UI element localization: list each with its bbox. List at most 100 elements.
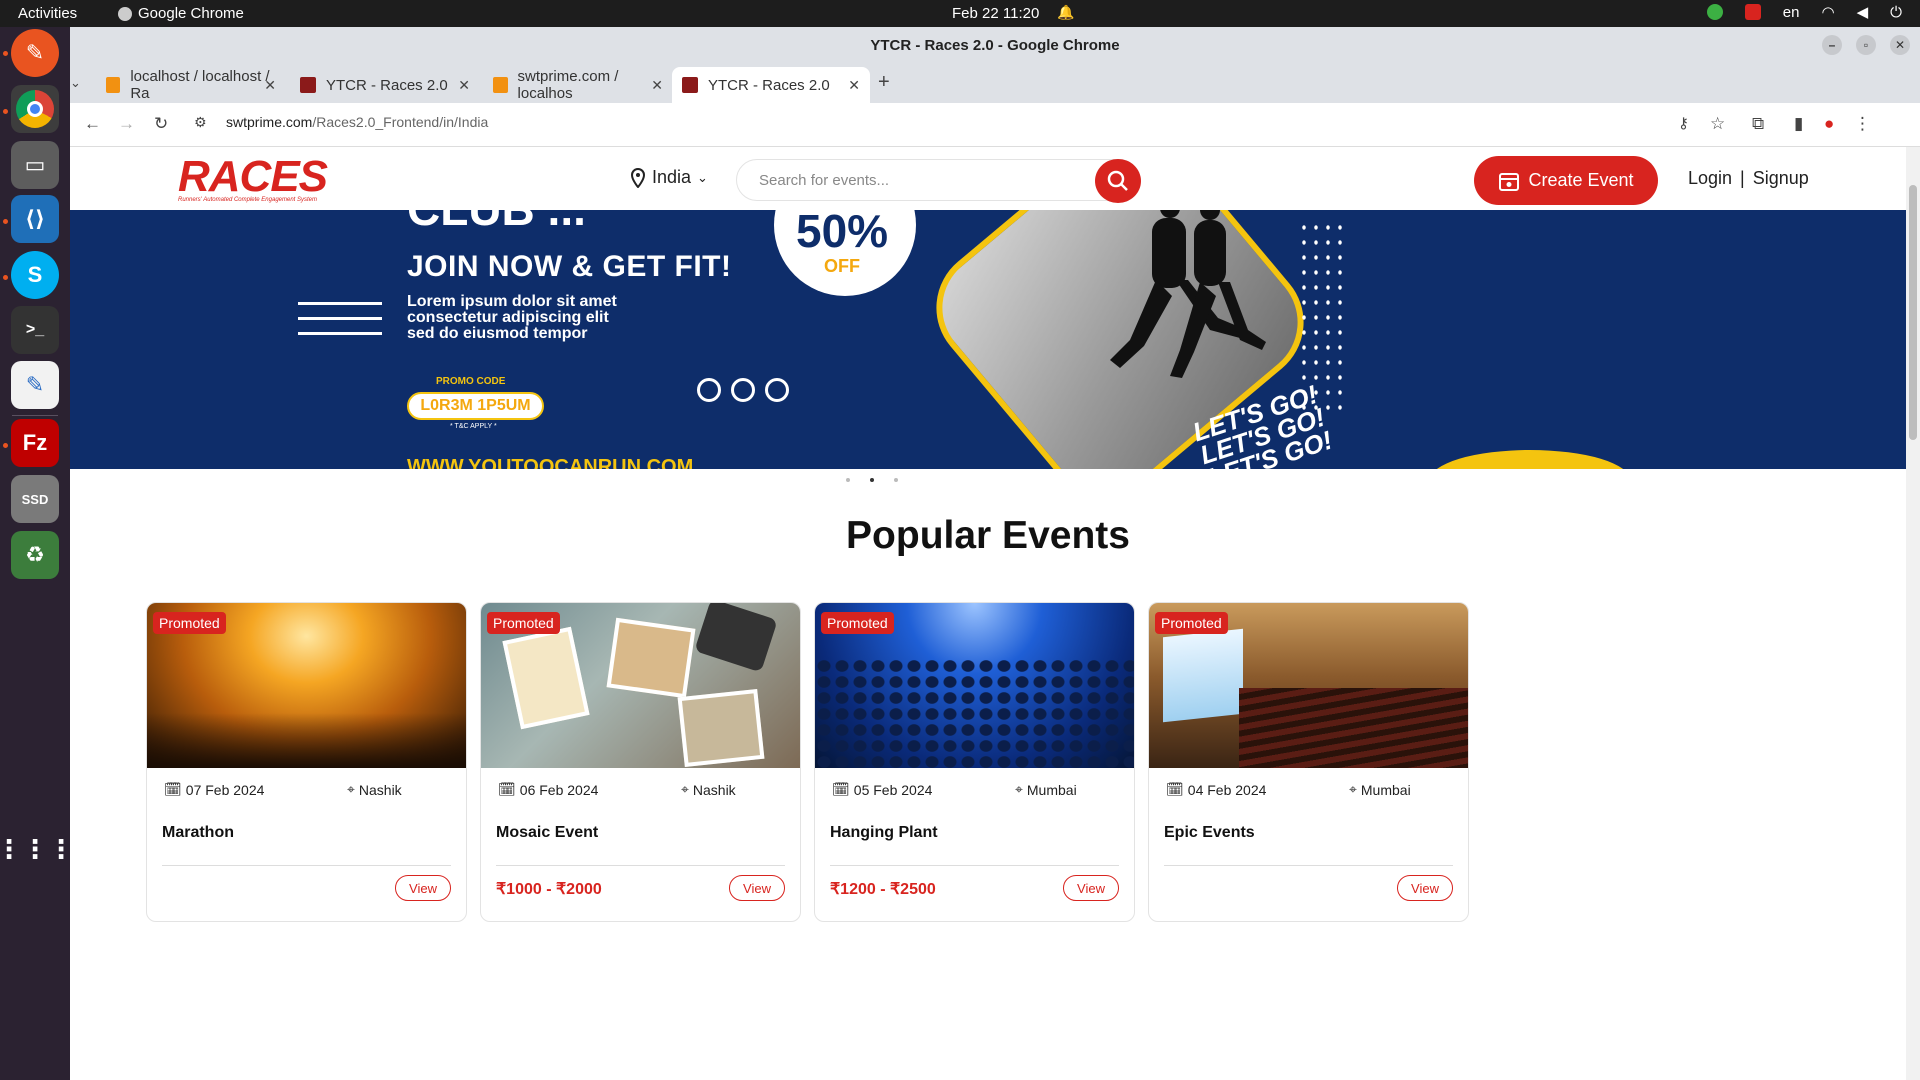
event-name: Epic Events (1164, 824, 1255, 841)
promoted-badge: Promoted (821, 612, 894, 634)
banner-body-line: consectetur adipiscing elit (407, 309, 609, 326)
trash-icon[interactable]: ♻ (11, 531, 59, 579)
event-date-text: 07 Feb 2024 (185, 781, 265, 798)
photo-print (606, 617, 696, 699)
event-price: ₹1000 - ₹2000 (496, 881, 602, 898)
search-icon (1107, 170, 1128, 191)
view-button[interactable]: View (729, 875, 785, 901)
view-button[interactable]: View (1397, 875, 1453, 901)
event-name: Hanging Plant (830, 824, 938, 841)
view-button[interactable]: View (1063, 875, 1119, 901)
login-link[interactable]: Login (1688, 168, 1732, 189)
tab-ytcr-1[interactable]: YTCR - Races 2.0 ✕ (290, 67, 480, 103)
event-search[interactable]: Search for events... (736, 159, 1141, 203)
carousel-dot[interactable] (846, 478, 850, 482)
skype-icon[interactable]: S (11, 251, 59, 299)
side-panel-icon[interactable]: ▮ (1794, 114, 1803, 134)
signup-link[interactable]: Signup (1753, 168, 1809, 189)
new-tab-icon[interactable]: + (878, 71, 890, 94)
site-info-icon[interactable]: ⚙ (194, 114, 207, 131)
event-card[interactable]: Promoted 🗓 05 Feb 2024 ⌖ Mumbai Hanging Pl… (814, 602, 1135, 922)
system-tray[interactable]: en ◠ ◀ ⏻ (1706, 3, 1902, 21)
maximize-button[interactable]: ▫ (1856, 35, 1876, 55)
active-app-menu[interactable]: Google Chrome (118, 5, 244, 22)
window-title: YTCR - Races 2.0 - Google Chrome (870, 36, 1120, 54)
phpmyadmin-favicon-icon (106, 77, 121, 93)
app-grid-icon[interactable]: ⋮⋮⋮ (0, 825, 74, 873)
tab-label: YTCR - Races 2.0 (326, 76, 448, 94)
section-title: Popular Events (846, 514, 1130, 557)
search-button[interactable] (1095, 159, 1141, 203)
address-bar: ← → ↻ ⚙ swtprime.com/Races2.0_Frontend/i… (70, 103, 1920, 147)
event-card[interactable]: Promoted 🗓 04 Feb 2024 ⌖ Mumbai Epic Event… (1148, 602, 1469, 922)
extensions-icon[interactable]: ⧉ (1752, 114, 1764, 134)
minimize-button[interactable]: – (1822, 35, 1842, 55)
bookmark-star-icon[interactable]: ☆ (1710, 114, 1725, 134)
window-titlebar: YTCR - Races 2.0 - Google Chrome – ▫ ✕ (70, 27, 1920, 63)
activities-button[interactable]: Activities (18, 5, 77, 22)
close-window-button[interactable]: ✕ (1890, 35, 1910, 55)
forward-icon[interactable]: → (118, 114, 135, 134)
page-scrollbar[interactable] (1906, 147, 1920, 1080)
close-tab-icon[interactable]: ✕ (651, 77, 663, 94)
filezilla-icon[interactable]: Fz (11, 419, 59, 467)
view-button[interactable]: View (395, 875, 451, 901)
close-tab-icon[interactable]: ✕ (264, 77, 276, 94)
promo-banner[interactable]: CLUB ... JOIN NOW & GET FIT! Lorem ipsum… (70, 210, 1906, 469)
clock[interactable]: Feb 22 11:20 (952, 5, 1039, 22)
tab-search-icon[interactable]: ⌄ (70, 75, 81, 91)
active-app-label: Google Chrome (138, 5, 244, 22)
record-icon (1744, 4, 1761, 20)
close-tab-icon[interactable]: ✕ (848, 77, 860, 94)
event-image: Promoted (147, 603, 466, 768)
event-card[interactable]: Promoted 🗓 06 Feb 2024 ⌖ Nashik Mosaic Eve… (480, 602, 801, 922)
chrome-dock-icon[interactable] (11, 85, 59, 133)
carousel-dot-active[interactable] (870, 478, 874, 482)
location-pin-icon: ⌖ (1015, 781, 1023, 797)
running-indicator (3, 275, 8, 280)
tab-swtprime[interactable]: swtprime.com / localhos ✕ (483, 67, 673, 103)
ssd-drive-icon[interactable]: SSD (11, 475, 59, 523)
divider (830, 865, 1119, 866)
banner-menu-lines (298, 302, 382, 347)
tab-ytcr-active[interactable]: YTCR - Races 2.0 ✕ (672, 67, 870, 103)
terms-note: * T&C APPLY * (450, 423, 497, 430)
event-card[interactable]: Promoted 🗓 07 Feb 2024 ⌖ Nashik Marathon V… (146, 602, 467, 922)
logo-text: RACES (178, 152, 328, 201)
back-icon[interactable]: ← (84, 114, 101, 134)
promoted-badge: Promoted (1155, 612, 1228, 634)
reload-icon[interactable]: ↻ (154, 114, 168, 134)
profile-avatar-icon[interactable]: ● (1824, 114, 1834, 134)
vscode-icon[interactable]: ⟨⟩ (11, 195, 59, 243)
races-logo[interactable]: RACES Runners' Automated Complete Engage… (178, 152, 328, 204)
close-tab-icon[interactable]: ✕ (458, 77, 470, 94)
terminal-icon[interactable]: >_ (11, 306, 59, 354)
photo-print (502, 626, 590, 730)
password-key-icon[interactable]: ⚷ (1678, 114, 1689, 132)
files-icon[interactable]: ▭ (11, 141, 59, 189)
search-placeholder: Search for events... (759, 172, 890, 189)
create-event-button[interactable]: Create Event (1474, 156, 1658, 205)
event-date: 🗓 07 Feb 2024 (164, 781, 264, 798)
event-location: ⌖ Nashik (681, 781, 736, 798)
chrome-menu-icon[interactable]: ⋮ (1854, 114, 1871, 134)
tab-localhost[interactable]: localhost / localhost / Ra ✕ (96, 67, 286, 103)
create-event-label: Create Event (1528, 170, 1634, 190)
promoted-badge: Promoted (153, 612, 226, 634)
text-editor-icon[interactable]: ✎ (11, 361, 59, 409)
tab-label: swtprime.com / localhos (517, 68, 619, 102)
chrome-icon (118, 6, 132, 21)
language-indicator[interactable]: en (1783, 4, 1800, 21)
country-selector[interactable]: India ⌄ (630, 167, 708, 188)
divider (1164, 865, 1453, 866)
calendar-icon: 🗓 (164, 781, 182, 797)
url-field[interactable]: swtprime.com/Races2.0_Frontend/in/India (226, 114, 488, 130)
power-icon: ⏻ (1890, 3, 1902, 21)
inkscape-icon[interactable]: ✎ (11, 29, 59, 77)
promo-label: PROMO CODE (436, 376, 506, 387)
scrollbar-thumb[interactable] (1909, 185, 1917, 440)
event-location-text: Nashik (692, 781, 736, 798)
carousel-dot[interactable] (894, 478, 898, 482)
banner-body: Lorem ipsum dolor sit amet consectetur a… (407, 294, 617, 342)
banner-body-line: Lorem ipsum dolor sit amet (407, 293, 617, 310)
